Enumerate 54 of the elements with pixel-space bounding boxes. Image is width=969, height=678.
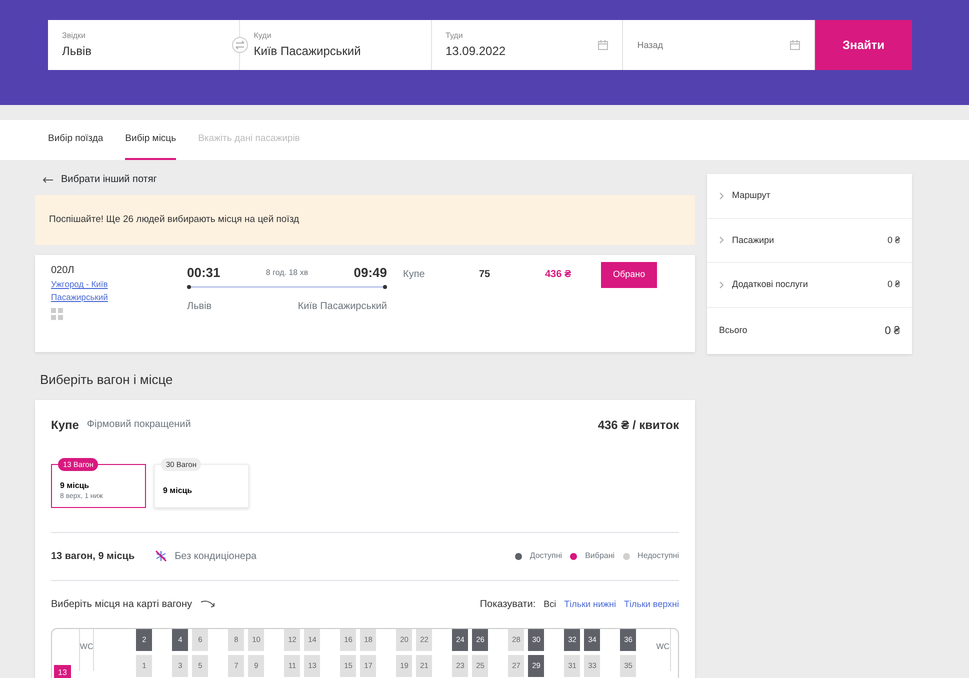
legend-label: Недоступні: [638, 550, 679, 562]
car-seats: 9 місць: [60, 480, 137, 492]
grid-icon: [51, 308, 63, 320]
route-link[interactable]: Ужгород - Київ Пасажирський: [51, 278, 131, 304]
car-class: Купе: [403, 268, 426, 282]
toilet-label: WC: [656, 628, 671, 671]
field-value[interactable]: Київ Пасажирський: [254, 42, 361, 60]
duration: 8 год. 18 хв: [266, 267, 308, 279]
departure-time: 00:31: [187, 264, 220, 282]
filter-option[interactable]: Всі: [544, 598, 556, 611]
legend-label: Доступні: [530, 550, 562, 562]
summary-label[interactable]: Додаткові послуги: [732, 278, 808, 292]
summary-label[interactable]: Маршрут: [732, 189, 770, 202]
section-title: Виберіть вагон і місце: [40, 371, 174, 390]
car-seats: 9 місць: [163, 484, 240, 497]
toilet-label: WC: [78, 628, 94, 671]
summary-value: 0 ₴: [887, 234, 900, 246]
back-link[interactable]: Вибрати інший потяг: [61, 172, 157, 187]
step-tab[interactable]: Вибір місць: [125, 120, 176, 160]
arrival-time: 09:49: [354, 264, 387, 282]
price: 436 ₴: [545, 268, 572, 282]
calendar-icon: [790, 40, 800, 50]
no-air-conditioning-icon: [154, 550, 167, 562]
car-title: 13 вагон, 9 місць: [51, 550, 135, 564]
field-label: Куди: [254, 30, 272, 42]
feature-label: Без кондиціонера: [174, 550, 257, 564]
filter-option[interactable]: Тільки нижні: [564, 598, 616, 611]
departure-station: Львів: [187, 300, 212, 314]
field-label: Звідки: [62, 30, 86, 42]
total-label: Всього: [719, 324, 748, 337]
step-tab[interactable]: Вибір поїзда: [48, 120, 104, 160]
filter-label: Показувати:: [480, 598, 536, 612]
class-subtitle: Фірмовий покращений: [86, 418, 191, 432]
filter-option[interactable]: Тільки верхні: [624, 598, 679, 611]
legend-label: Вибрані: [585, 550, 615, 562]
arrival-station: Київ Пасажирський: [298, 300, 387, 314]
train-number: 020Л: [51, 264, 76, 278]
field-value[interactable]: 13.09.2022: [446, 42, 506, 60]
field-value[interactable]: Львів: [62, 42, 92, 60]
map-hint: Виберіть місця на карті вагону: [51, 598, 192, 612]
seat-count: 75: [479, 268, 492, 282]
class-name: Купе: [51, 416, 79, 434]
alert-message: Поспішайте! Ще 26 людей вибирають місця на цей поїзд: [35, 195, 695, 246]
swap-icon: [232, 37, 248, 53]
selected-button[interactable]: Обрано: [601, 262, 658, 288]
back-arrow-icon: [43, 176, 53, 182]
field-label: Туди: [446, 30, 464, 42]
calendar-icon: [598, 40, 608, 50]
summary-value: 0 ₴: [887, 278, 900, 291]
summary-label[interactable]: Пасажири: [732, 234, 774, 247]
car-number-badge: 13: [54, 664, 71, 678]
search-button[interactable]: Знайти: [815, 20, 912, 70]
ticket-price: 436 ₴ / квиток: [598, 416, 679, 434]
total-value: 0 ₴: [884, 324, 900, 338]
